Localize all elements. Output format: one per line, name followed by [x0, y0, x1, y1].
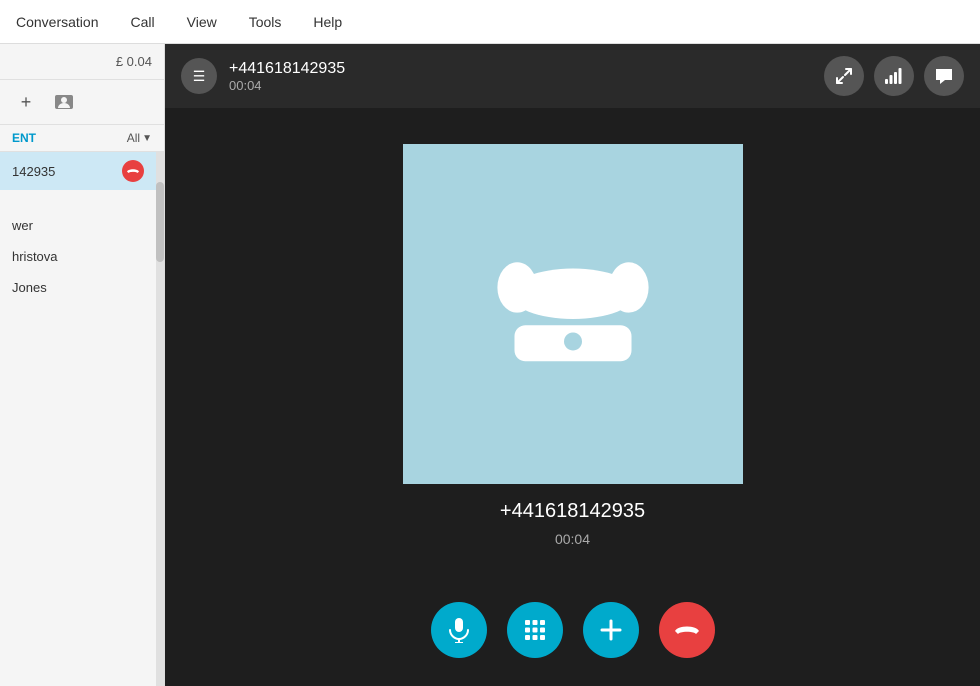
call-number: +441618142935 — [229, 60, 345, 78]
center-timer: 00:04 — [555, 531, 590, 547]
call-area: ☰ +441618142935 00:04 — [165, 44, 980, 686]
call-info: +441618142935 00:04 — [229, 60, 345, 93]
list-item[interactable]: hristova — [0, 241, 156, 272]
signal-button[interactable] — [874, 56, 914, 96]
call-controls — [165, 582, 980, 686]
dialpad-icon — [524, 619, 546, 641]
list-item[interactable]: wer — [0, 210, 156, 241]
add-contact-button[interactable]: + — [12, 88, 40, 116]
chat-button[interactable] — [924, 56, 964, 96]
call-header: ☰ +441618142935 00:04 — [165, 44, 980, 108]
menu-bar: Conversation Call View Tools Help — [0, 0, 980, 44]
active-contact-name: 142935 — [12, 164, 55, 179]
add-icon — [600, 619, 622, 641]
sidebar-scrollbar[interactable] — [156, 152, 164, 686]
menu-view[interactable]: View — [181, 10, 223, 34]
call-header-timer: 00:04 — [229, 78, 345, 93]
balance-display: £ 0.04 — [0, 44, 164, 80]
end-call-mini-button[interactable] — [122, 160, 144, 182]
filter-dropdown[interactable]: All ▼ — [127, 131, 152, 145]
mic-icon — [448, 617, 470, 643]
contact-spacer — [0, 190, 156, 210]
expand-button[interactable] — [824, 56, 864, 96]
scroll-thumb[interactable] — [156, 182, 164, 262]
call-header-left: ☰ +441618142935 00:04 — [181, 58, 345, 94]
call-list-button[interactable]: ☰ — [181, 58, 217, 94]
end-call-button[interactable] — [659, 602, 715, 658]
contacts-icon[interactable] — [50, 88, 78, 116]
end-call-icon — [674, 623, 700, 637]
phone-avatar — [403, 144, 743, 484]
add-call-button[interactable] — [583, 602, 639, 658]
chevron-down-icon: ▼ — [142, 133, 152, 144]
active-contact[interactable]: 142935 — [0, 152, 156, 190]
center-number: +441618142935 — [500, 500, 645, 523]
contacts-list: 142935 wer hristova Jones — [0, 152, 156, 686]
menu-call[interactable]: Call — [125, 10, 161, 34]
call-center: +441618142935 00:04 — [165, 108, 980, 582]
menu-conversation[interactable]: Conversation — [10, 10, 105, 34]
sidebar-actions: + — [0, 80, 164, 125]
menu-tools[interactable]: Tools — [243, 10, 288, 34]
contacts-area: 142935 wer hristova Jones — [0, 152, 164, 686]
phone-icon — [483, 234, 663, 394]
mute-button[interactable] — [431, 602, 487, 658]
list-icon: ☰ — [193, 68, 206, 85]
sidebar: £ 0.04 + ENT All ▼ 14 — [0, 44, 165, 686]
menu-help[interactable]: Help — [307, 10, 348, 34]
sidebar-filter: ENT All ▼ — [0, 125, 164, 152]
main-layout: £ 0.04 + ENT All ▼ 14 — [0, 44, 980, 686]
call-header-right — [824, 56, 964, 96]
list-item[interactable]: Jones — [0, 272, 156, 303]
filter-label: ENT — [12, 131, 36, 145]
dialpad-button[interactable] — [507, 602, 563, 658]
